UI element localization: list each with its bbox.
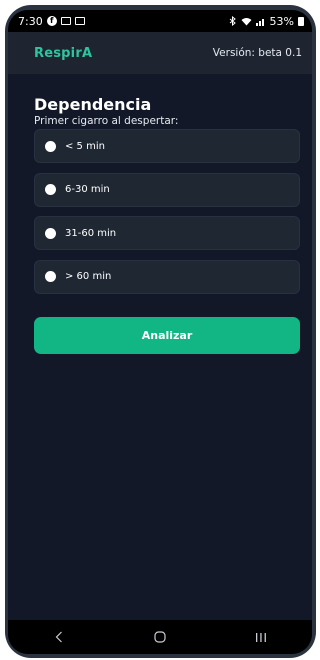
app-header: RespirA Versión: beta 0.1 [8, 32, 312, 74]
app-brand: RespirA [34, 45, 93, 61]
radio-button[interactable] [45, 271, 56, 282]
section-title: Dependencia [34, 95, 152, 114]
gallery-icon [74, 17, 85, 25]
option-over-60-min[interactable]: > 60 min [34, 259, 300, 294]
wifi-icon [241, 17, 252, 26]
battery-percent: 53% [269, 14, 294, 28]
status-right: 53% [229, 15, 304, 28]
facebook-icon: f [46, 16, 57, 26]
version-label: Versión: beta 0.1 [212, 47, 302, 59]
battery-icon [298, 16, 304, 26]
option-label: 31-60 min [65, 227, 117, 239]
status-left: 7:30 f [18, 15, 85, 28]
status-bar: 7:30 f 53% [8, 10, 312, 32]
home-icon[interactable] [140, 622, 180, 652]
mail-icon [60, 17, 71, 25]
status-time: 7:30 [18, 14, 43, 28]
option-list: < 5 min 6-30 min 31-60 min > 60 min [34, 129, 300, 303]
option-6-30-min[interactable]: 6-30 min [34, 172, 300, 207]
app-screen: 7:30 f 53% RespirA Versión: beta 0.1 Dep… [8, 10, 312, 654]
radio-button[interactable] [45, 227, 56, 239]
system-nav-bar [8, 620, 312, 654]
option-label: > 60 min [65, 271, 112, 282]
back-icon[interactable] [39, 622, 79, 652]
option-label: 6-30 min [65, 184, 110, 195]
signal-icon [255, 17, 266, 26]
recents-icon[interactable] [241, 622, 281, 652]
radio-button[interactable] [45, 140, 56, 152]
option-label: < 5 min [65, 140, 105, 152]
analyze-button[interactable]: Analizar [34, 317, 300, 354]
option-under-5-min[interactable]: < 5 min [34, 129, 300, 163]
bluetooth-icon [229, 16, 237, 26]
radio-button[interactable] [45, 184, 56, 195]
question-label: Primer cigarro al despertar: [34, 115, 179, 127]
option-31-60-min[interactable]: 31-60 min [34, 216, 300, 250]
